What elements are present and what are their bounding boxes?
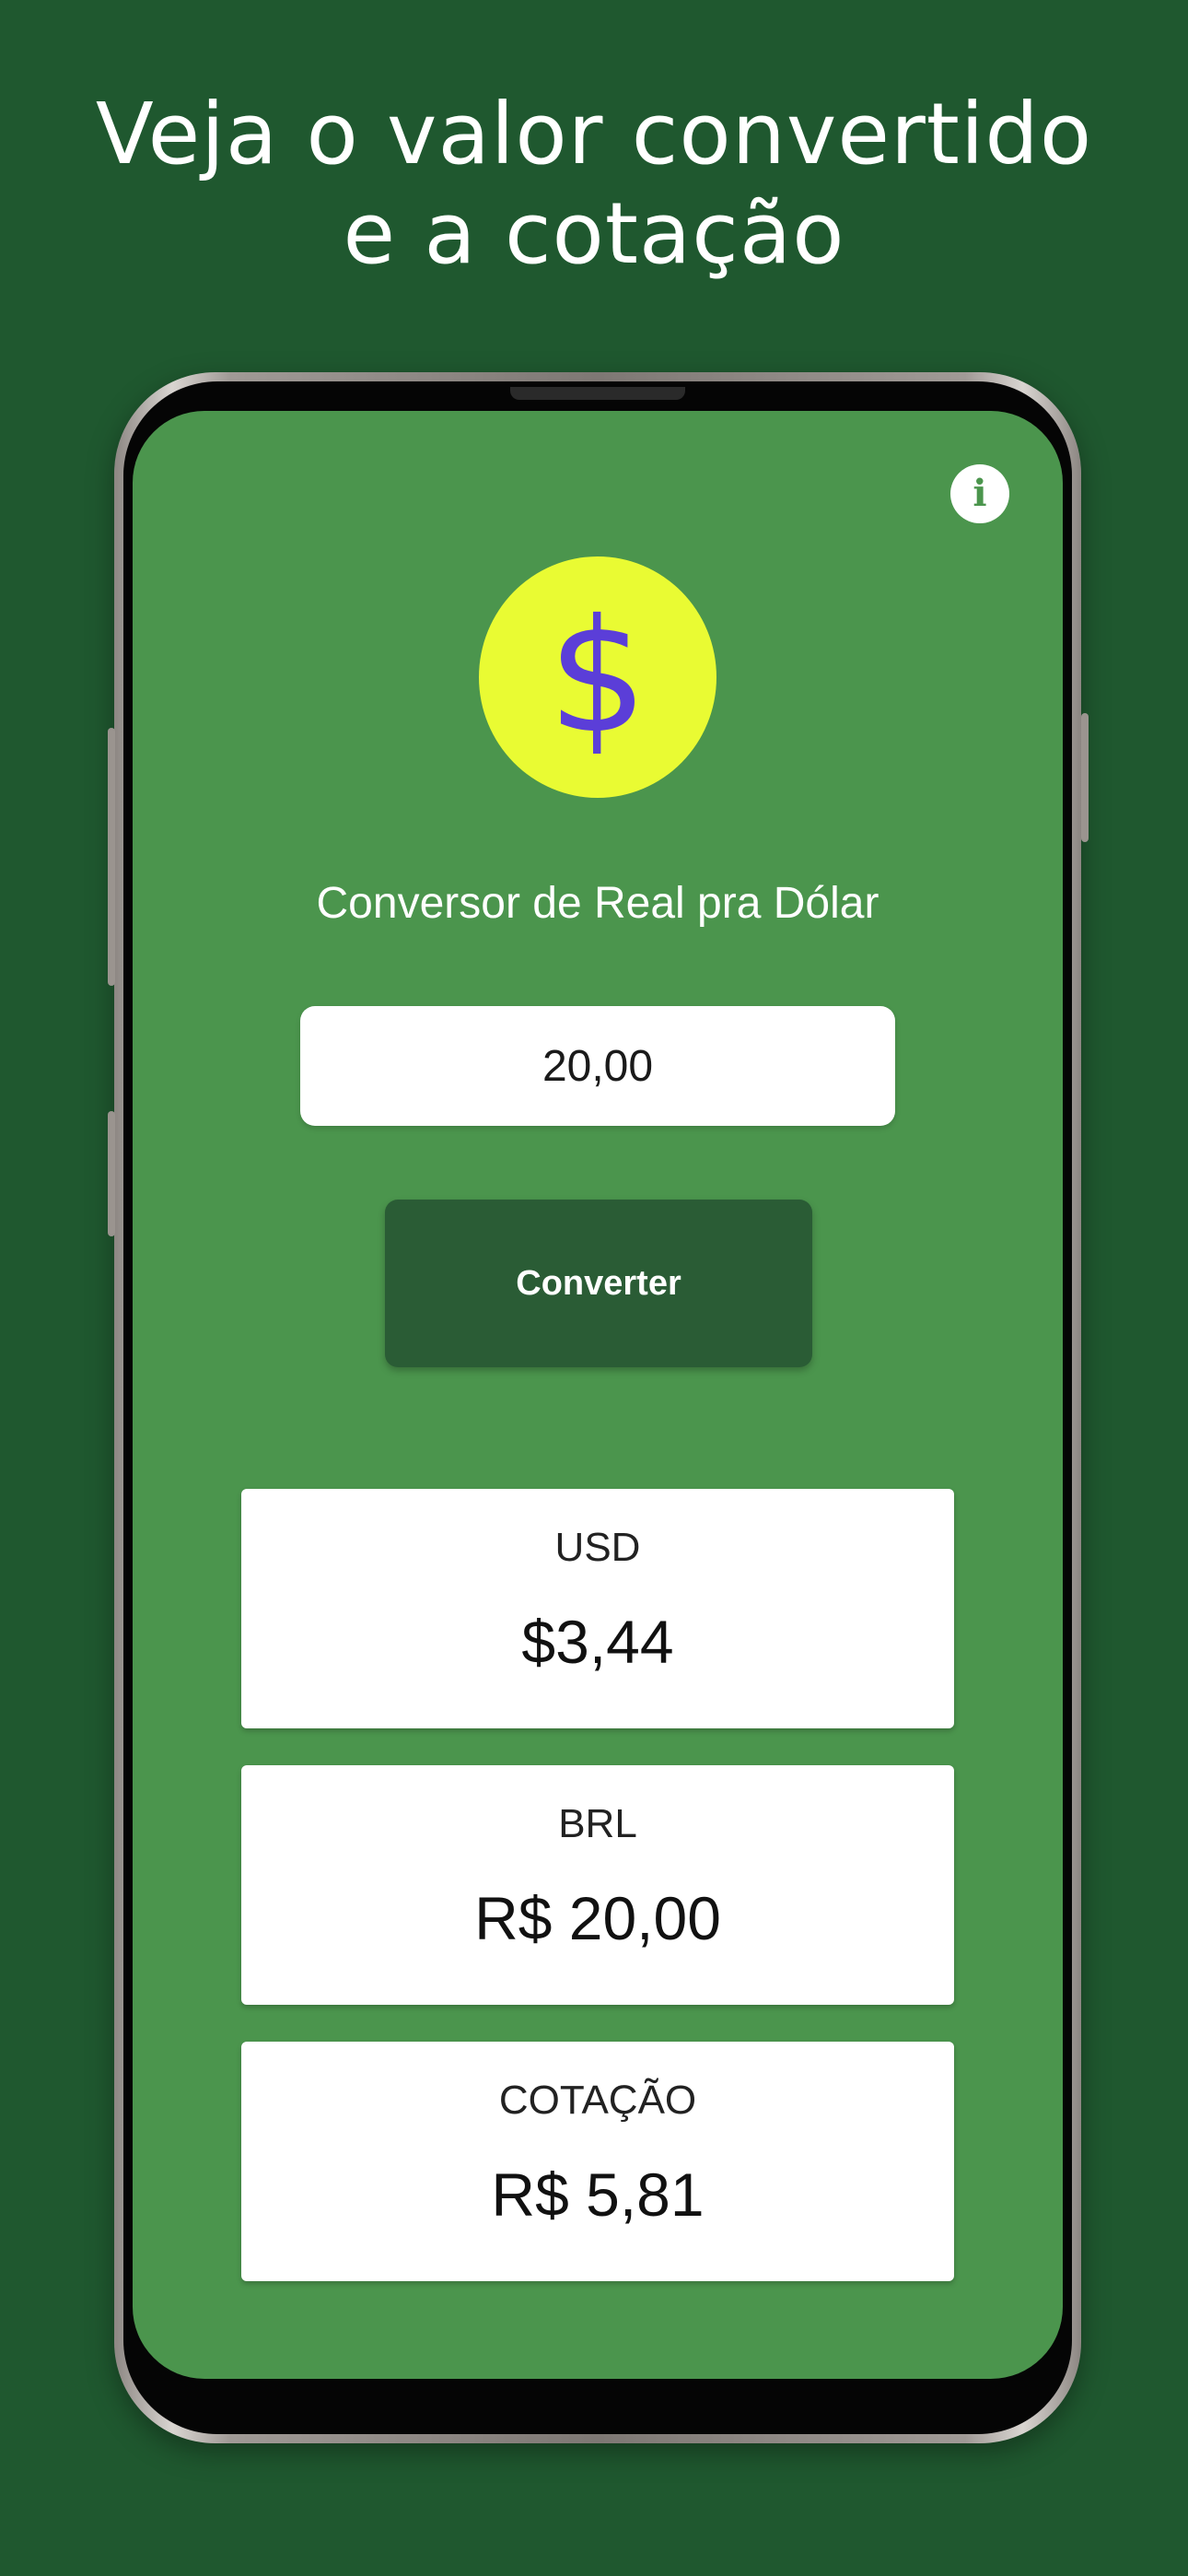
phone-speaker: [510, 387, 685, 400]
promo-headline-line-2: e a cotação: [343, 184, 845, 283]
promo-headline: Veja o valor convertido e a cotação: [0, 85, 1188, 284]
result-label: COTAÇÃO: [498, 2078, 697, 2123]
result-value: R$ 20,00: [474, 1884, 721, 1952]
app-title: Conversor de Real pra Dólar: [316, 879, 879, 928]
phone-side-button-left-lower: [108, 1111, 115, 1236]
result-value: $3,44: [521, 1608, 674, 1676]
promo-headline-line-1: Veja o valor convertido: [95, 85, 1093, 183]
result-card-cotacao: COTAÇÃO R$ 5,81: [241, 2042, 954, 2281]
convert-button[interactable]: Converter: [385, 1200, 812, 1367]
result-card-brl: BRL R$ 20,00: [241, 1765, 954, 2005]
result-label: USD: [554, 1525, 641, 1570]
result-label: BRL: [558, 1801, 637, 1846]
dollar-sign-icon: $: [547, 586, 648, 768]
amount-input[interactable]: [300, 1006, 895, 1126]
app-screen: i $ Conversor de Real pra Dólar Converte…: [133, 411, 1063, 2379]
result-card-usd: USD $3,44: [241, 1489, 954, 1728]
result-value: R$ 5,81: [491, 2160, 705, 2229]
phone-side-button-left-upper: [108, 728, 115, 986]
dollar-logo: $: [479, 556, 716, 798]
info-icon[interactable]: i: [950, 464, 1009, 523]
phone-side-button-right: [1081, 713, 1089, 842]
